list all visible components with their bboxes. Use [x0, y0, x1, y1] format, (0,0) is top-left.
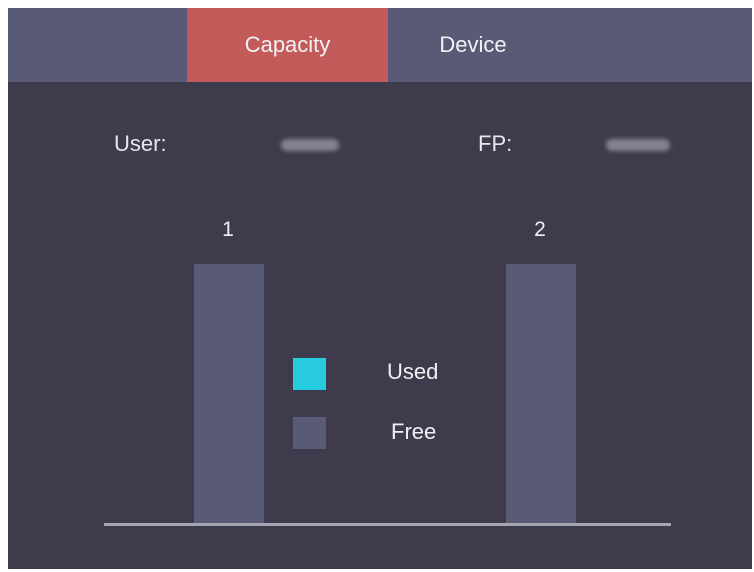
tab-bar: Capacity Device	[8, 8, 752, 82]
tab-capacity-label: Capacity	[244, 32, 331, 57]
legend-used-swatch	[293, 358, 326, 390]
legend-free-swatch	[293, 417, 326, 449]
capacity-screen: Capacity Device User: FP: 1 2 Used Free	[8, 8, 752, 569]
user-count-label: User:	[114, 131, 167, 156]
fp-count-value-blurred	[606, 139, 670, 151]
tab-capacity[interactable]: Capacity	[187, 8, 388, 82]
legend-used-label: Used	[387, 359, 439, 384]
fp-count-label: FP:	[478, 131, 513, 156]
bar-label-1: 1	[222, 218, 234, 241]
tab-device-label: Device	[439, 32, 507, 57]
legend-free-label: Free	[391, 419, 437, 444]
tab-device[interactable]: Device	[388, 8, 558, 82]
capacity-bar-2	[506, 264, 576, 526]
user-count-value-blurred	[281, 139, 339, 151]
capacity-bar-1	[194, 264, 264, 526]
bar-label-2: 2	[534, 218, 546, 241]
chart-baseline	[104, 523, 671, 526]
